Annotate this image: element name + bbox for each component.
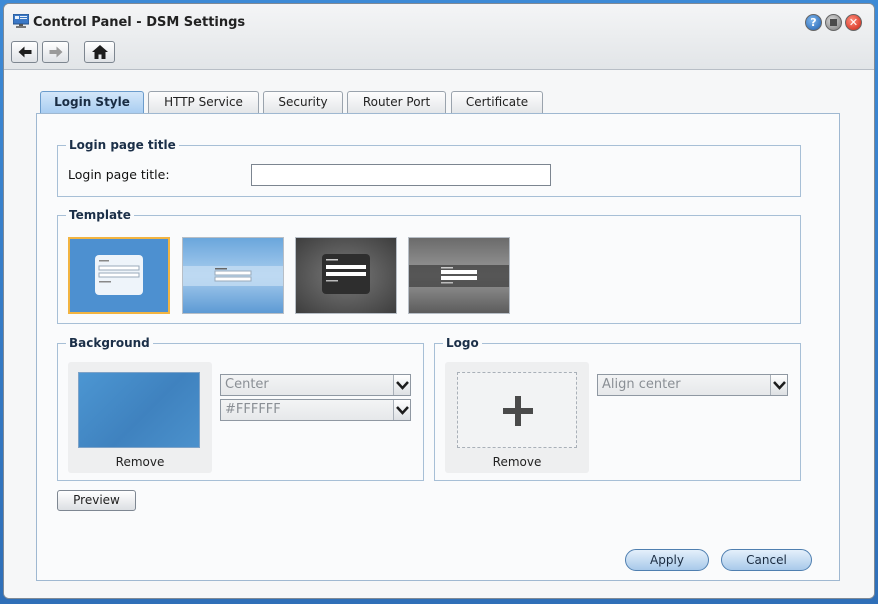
cancel-button[interactable]: Cancel: [721, 549, 812, 571]
tab-http-service[interactable]: HTTP Service: [148, 91, 259, 113]
control-panel-window: Control Panel - DSM Settings ? ✕ Login S…: [3, 3, 875, 599]
template-group: Template: [57, 208, 801, 324]
template-option-3[interactable]: [295, 237, 397, 314]
background-color-value: #FFFFFF: [225, 402, 281, 417]
template-option-2[interactable]: [182, 237, 284, 314]
login-title-legend: Login page title: [66, 138, 179, 152]
home-button[interactable]: [84, 41, 115, 63]
template-legend: Template: [66, 208, 134, 222]
forward-arrow-icon: [49, 46, 62, 58]
settings-content: Login Style HTTP Service Security Router…: [4, 71, 874, 598]
close-icon[interactable]: ✕: [845, 14, 862, 31]
background-position-value: Center: [225, 377, 269, 392]
chevron-down-icon: [393, 375, 410, 395]
logo-align-value: Align center: [602, 377, 681, 392]
login-style-panel: Login page title Login page title: Templ…: [36, 113, 840, 581]
logo-image-tile: Remove: [445, 362, 589, 473]
chevron-down-icon: [393, 400, 410, 420]
template-preview-3: [296, 238, 396, 313]
background-group: Background Remove Center #FFFFFF: [57, 336, 424, 481]
tab-certificate[interactable]: Certificate: [451, 91, 543, 113]
template-preview-4: [409, 238, 509, 313]
logo-legend: Logo: [443, 336, 482, 350]
background-remove-link[interactable]: Remove: [68, 455, 212, 469]
login-title-label: Login page title:: [68, 167, 170, 182]
minimize-icon[interactable]: [825, 14, 842, 31]
title-bar: Control Panel - DSM Settings ? ✕: [4, 4, 874, 70]
background-preview[interactable]: [78, 372, 200, 448]
window-title: Control Panel - DSM Settings: [33, 15, 246, 30]
back-arrow-icon: [18, 46, 31, 58]
template-preview-1: [70, 239, 168, 312]
background-legend: Background: [66, 336, 153, 350]
home-icon: [91, 45, 108, 59]
help-icon[interactable]: ?: [805, 14, 822, 31]
control-panel-icon: [13, 14, 29, 28]
back-button[interactable]: [11, 41, 38, 63]
logo-align-select[interactable]: Align center: [597, 374, 788, 396]
logo-group: Logo Remove Align center: [434, 336, 801, 481]
template-option-1[interactable]: [68, 237, 170, 314]
template-option-4[interactable]: [408, 237, 510, 314]
tab-security[interactable]: Security: [263, 91, 343, 113]
forward-button[interactable]: [42, 41, 69, 63]
chevron-down-icon: [770, 375, 787, 395]
plus-icon: [503, 396, 533, 426]
preview-button[interactable]: Preview: [57, 490, 136, 511]
background-image-tile: Remove: [68, 362, 212, 473]
background-color-select[interactable]: #FFFFFF: [220, 399, 411, 421]
tab-login-style[interactable]: Login Style: [40, 91, 144, 113]
login-title-input[interactable]: [251, 164, 551, 186]
background-position-select[interactable]: Center: [220, 374, 411, 396]
template-preview-2: [183, 238, 283, 313]
login-title-group: Login page title Login page title:: [57, 138, 801, 197]
logo-upload-box[interactable]: [457, 372, 577, 448]
tab-router-port[interactable]: Router Port: [347, 91, 446, 113]
apply-button[interactable]: Apply: [625, 549, 709, 571]
logo-remove-link[interactable]: Remove: [445, 455, 589, 469]
